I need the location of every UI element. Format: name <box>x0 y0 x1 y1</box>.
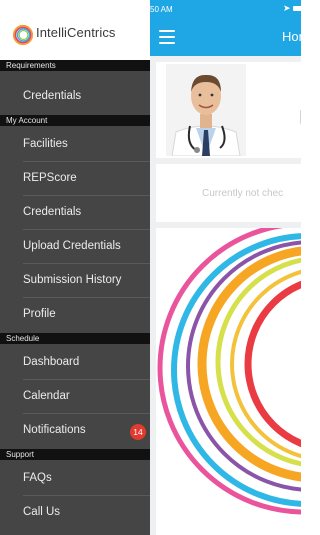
menu-item-faqs[interactable]: FAQs <box>0 462 150 496</box>
hamburger-menu-icon[interactable] <box>159 30 175 44</box>
menu-item-upload-credentials[interactable]: Upload Credentials <box>0 230 150 264</box>
menu-item-credentials[interactable]: Credentials <box>0 196 150 230</box>
main-content: 50 AM ➤ Hom <box>150 0 301 535</box>
dashboard-graphic-card <box>156 228 301 535</box>
menu-item-label: FAQs <box>23 472 52 484</box>
checkin-card: Currently not chec <box>156 164 301 222</box>
menu-item-label: Profile <box>23 308 56 320</box>
status-time: 50 AM <box>150 5 173 14</box>
colored-rings-graphic <box>157 228 301 515</box>
section-schedule: Schedule <box>0 333 150 344</box>
logo-text: IntelliCentrics <box>36 25 116 40</box>
menu-item-credentials-requirements[interactable]: Credentials <box>0 80 150 114</box>
menu-item-submission-history[interactable]: Submission History <box>0 264 150 298</box>
menu-item-label: REPScore <box>23 172 77 184</box>
menu-item-label: Submission History <box>23 274 122 286</box>
app-bar: Hom <box>150 18 301 56</box>
section-support: Support <box>0 449 150 460</box>
status-bar: 50 AM ➤ <box>150 0 301 18</box>
section-my-account: My Account <box>0 115 150 126</box>
menu-item-calendar[interactable]: Calendar <box>0 380 150 414</box>
section-requirements: Requirements <box>0 60 150 71</box>
menu-item-label: Facilities <box>23 138 68 150</box>
location-arrow-icon: ➤ <box>283 3 291 13</box>
menu-item-label: Call Us <box>23 506 61 518</box>
battery-icon <box>293 6 301 11</box>
menu-item-repscore[interactable]: REPScore <box>0 162 150 196</box>
profile-photo <box>166 64 246 156</box>
menu-item-label: Calendar <box>23 390 70 402</box>
menu-item-label: Upload Credentials <box>23 240 121 252</box>
profile-card[interactable] <box>156 62 301 158</box>
menu-item-notifications[interactable]: Notifications 14 <box>0 414 150 448</box>
logo-ring-icon <box>12 24 34 46</box>
checkin-status-text: Currently not chec <box>202 188 284 199</box>
menu-item-label: Credentials <box>23 206 82 218</box>
profile-info-partial <box>300 108 301 126</box>
menu-item-dashboard[interactable]: Dashboard <box>0 346 150 380</box>
navigation-drawer: IntelliCentrics Requirements Credentials… <box>0 0 150 535</box>
menu-item-label: Credentials <box>23 90 82 102</box>
menu-item-label: Dashboard <box>23 356 80 368</box>
menu-item-profile[interactable]: Profile <box>0 298 150 332</box>
menu-item-facilities[interactable]: Facilities <box>0 128 150 162</box>
menu-item-call-us[interactable]: Call Us <box>0 496 150 530</box>
logo: IntelliCentrics <box>0 0 150 60</box>
page-title: Hom <box>282 29 301 44</box>
notification-count-badge: 14 <box>130 424 146 440</box>
menu-item-label: Notifications <box>23 424 86 436</box>
